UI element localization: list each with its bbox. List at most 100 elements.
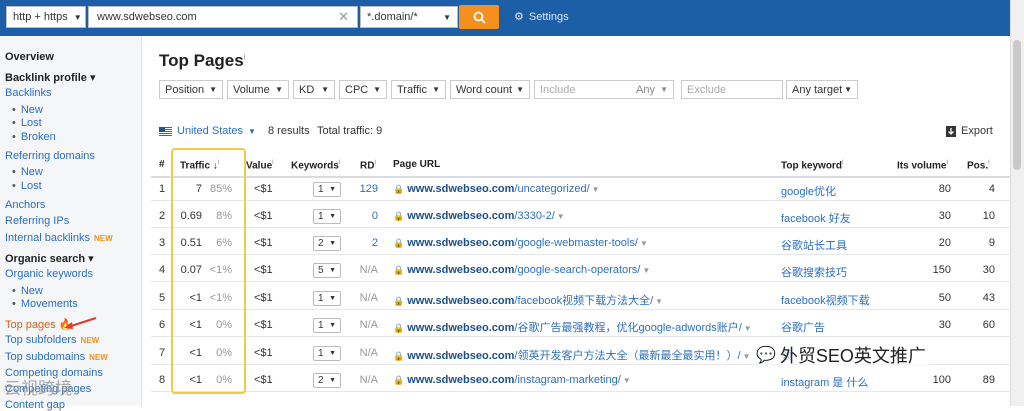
- top-keyword-link[interactable]: 谷歌搜索技巧: [781, 264, 847, 280]
- sidebar-item-content-gap[interactable]: Content gap: [5, 399, 65, 411]
- value-cell: <$1: [254, 347, 273, 359]
- row-divider: [151, 200, 1011, 201]
- chevron-down-icon: ▼: [329, 377, 336, 384]
- rd-value[interactable]: 0: [372, 210, 378, 222]
- filter-position[interactable]: Position ▼: [159, 80, 223, 99]
- top-keyword-link[interactable]: 谷歌广告: [781, 319, 825, 335]
- include-input[interactable]: Include Any ▼: [534, 80, 674, 99]
- page-url-link[interactable]: 🔒 www.sdwebseo.com/谷歌广告最强教程，优化google-adwo…: [393, 319, 752, 335]
- chevron-down-icon[interactable]: ▼: [655, 297, 663, 306]
- keywords-dropdown[interactable]: 1 ▼: [313, 182, 341, 197]
- col-header-rd[interactable]: RDi: [360, 159, 376, 171]
- info-icon[interactable]: i: [339, 159, 341, 166]
- settings-link[interactable]: ⚙ Settings: [514, 10, 569, 24]
- chevron-down-icon[interactable]: ▼: [642, 266, 650, 275]
- filter-word-count[interactable]: Word count ▼: [450, 80, 530, 99]
- scrollbar-thumb[interactable]: [1013, 40, 1021, 170]
- keywords-dropdown[interactable]: 1 ▼: [313, 209, 341, 224]
- col-header-position[interactable]: Pos.i: [967, 159, 990, 171]
- sidebar-item-referring-domains-lost[interactable]: Lost: [12, 180, 42, 192]
- chevron-down-icon[interactable]: ▼: [640, 239, 648, 248]
- export-button[interactable]: Export: [946, 125, 993, 137]
- target-select[interactable]: Any target ▼: [786, 80, 858, 99]
- page-url-link[interactable]: 🔒 www.sdwebseo.com/google-search-operator…: [393, 264, 650, 276]
- keyword-volume: 80: [938, 183, 951, 195]
- sidebar-item-label: Top pages: [5, 319, 56, 331]
- page-url-link[interactable]: 🔒 www.sdwebseo.com/3330-2/▼: [393, 210, 565, 222]
- sidebar-item-referring-ips[interactable]: Referring IPs: [5, 215, 69, 227]
- col-header-top-keyword[interactable]: Top keywordi: [781, 159, 844, 171]
- page-url-domain: www.sdwebseo.com: [407, 322, 515, 334]
- keywords-dropdown[interactable]: 1 ▼: [313, 291, 341, 306]
- filter-volume[interactable]: Volume ▼: [227, 80, 289, 99]
- page-url-link[interactable]: 🔒 www.sdwebseo.com/facebook视频下载方法大全/▼: [393, 292, 663, 308]
- keywords-dropdown[interactable]: 1 ▼: [313, 318, 341, 333]
- keywords-dropdown[interactable]: 5 ▼: [313, 263, 341, 278]
- chevron-down-icon[interactable]: ▼: [744, 324, 752, 333]
- chevron-down-icon[interactable]: ▼: [623, 376, 631, 385]
- sidebar-item-backlinks-new[interactable]: New: [12, 104, 43, 116]
- sidebar-section-organic-search[interactable]: Organic search ▾: [5, 252, 94, 265]
- row-index: 2: [159, 210, 166, 222]
- sidebar-item-organic-keywords-new[interactable]: New: [12, 285, 43, 297]
- col-header-volume[interactable]: Its volumei: [897, 159, 948, 171]
- rd-value[interactable]: 2: [372, 237, 378, 249]
- top-keyword-link[interactable]: google优化: [781, 183, 836, 199]
- sidebar-item-referring-domains-new[interactable]: New: [12, 166, 43, 178]
- lock-icon: 🔒: [393, 375, 405, 385]
- sidebar-item-top-subfolders[interactable]: Top subfolders NEW: [5, 334, 99, 346]
- col-header-label: RD: [360, 160, 375, 172]
- sidebar-item-organic-keywords-movements[interactable]: Movements: [12, 298, 78, 310]
- country-select[interactable]: United States ▼: [159, 125, 256, 137]
- chevron-down-icon[interactable]: ▼: [592, 185, 600, 194]
- url-input[interactable]: www.sdwebseo.com ✕: [88, 6, 358, 28]
- filter-kd[interactable]: KD ▼: [293, 80, 335, 99]
- top-keyword-link[interactable]: facebook 好友: [781, 210, 851, 226]
- chevron-down-icon[interactable]: ▼: [743, 352, 751, 361]
- sidebar-item-anchors[interactable]: Anchors: [5, 199, 45, 211]
- top-keyword-link[interactable]: 谷歌站长工具: [781, 237, 847, 253]
- keywords-dropdown[interactable]: 2 ▼: [313, 373, 341, 388]
- page-url-link[interactable]: 🔒 www.sdwebseo.com/uncategorized/▼: [393, 183, 600, 195]
- sidebar-item-backlinks-lost[interactable]: Lost: [12, 117, 42, 129]
- sidebar-item-overview[interactable]: Overview: [5, 51, 54, 63]
- protocol-select[interactable]: http + https ▼: [6, 6, 86, 28]
- page-url-link[interactable]: 🔒 www.sdwebseo.com/google-webmaster-tools…: [393, 237, 648, 249]
- page-url-link[interactable]: 🔒 www.sdwebseo.com/instagram-marketing/▼: [393, 374, 631, 386]
- include-any-label: Any: [636, 83, 655, 96]
- col-header-value[interactable]: Valuei: [246, 159, 274, 171]
- keywords-dropdown[interactable]: 1 ▼: [313, 346, 341, 361]
- keywords-dropdown[interactable]: 2 ▼: [313, 236, 341, 251]
- filter-cpc[interactable]: CPC ▼: [339, 80, 387, 99]
- sidebar-item-top-subdomains[interactable]: Top subdomains NEW: [5, 351, 108, 363]
- sidebar-item-backlinks[interactable]: Backlinks: [5, 87, 51, 99]
- page-url-link[interactable]: 🔒 www.sdwebseo.com/领英开发客户方法大全（最新最全最实用！）/▼: [393, 347, 750, 363]
- info-icon[interactable]: i: [244, 52, 246, 61]
- search-button[interactable]: [459, 5, 499, 29]
- page-url-path: /google-search-operators/: [514, 264, 641, 276]
- red-arrow-annotation: [64, 317, 97, 329]
- chevron-down-icon[interactable]: ▼: [557, 212, 565, 221]
- mode-select[interactable]: *.domain/* ▼: [360, 6, 458, 28]
- sidebar-section-backlink-profile[interactable]: Backlink profile ▾: [5, 71, 96, 84]
- traffic-highlight-box: [171, 148, 246, 394]
- info-icon[interactable]: i: [374, 159, 376, 166]
- info-icon[interactable]: i: [272, 159, 274, 166]
- top-keyword-link[interactable]: instagram 是 什么: [781, 374, 868, 390]
- info-icon[interactable]: i: [946, 159, 948, 166]
- page-title: Top Pagesi: [159, 51, 245, 71]
- sidebar-item-internal-backlinks[interactable]: Internal backlinks NEW: [5, 232, 113, 244]
- col-header-keywords[interactable]: Keywordsi: [291, 159, 340, 171]
- sidebar-item-organic-keywords[interactable]: Organic keywords: [5, 268, 93, 280]
- sidebar-item-backlinks-broken[interactable]: Broken: [12, 131, 56, 143]
- exclude-input[interactable]: Exclude: [681, 80, 783, 99]
- rd-value: N/A: [359, 374, 378, 386]
- filter-traffic[interactable]: Traffic ▼: [391, 80, 446, 99]
- info-icon[interactable]: i: [842, 159, 844, 166]
- sidebar-item-referring-domains[interactable]: Referring domains: [5, 150, 95, 162]
- clear-icon[interactable]: ✕: [338, 9, 349, 25]
- top-keyword-link[interactable]: facebook视频下载: [781, 292, 870, 308]
- info-icon[interactable]: i: [988, 159, 990, 166]
- rd-value[interactable]: 129: [360, 183, 378, 195]
- mode-value: *.domain/*: [367, 11, 418, 23]
